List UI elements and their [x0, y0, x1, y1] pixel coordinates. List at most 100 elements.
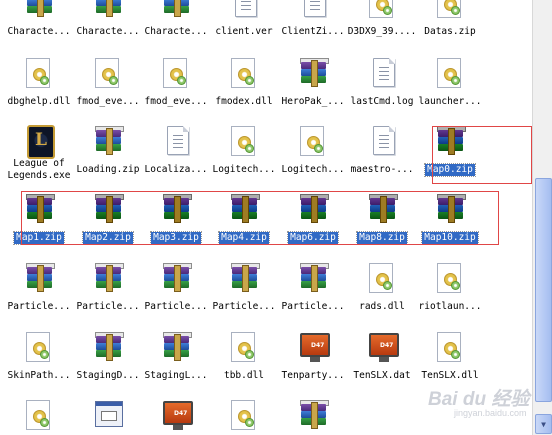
zip-archive-icon	[296, 398, 330, 432]
dll-file-icon	[433, 56, 467, 90]
file-item[interactable]: Map10.zip	[416, 188, 484, 250]
file-item[interactable]: Particle...	[279, 257, 347, 319]
file-item[interactable]: launcher...	[416, 52, 484, 114]
file-item[interactable]: Map6.zip	[279, 188, 347, 250]
icon-row: SkinPath... StagingD... StagingL... tbb.dll…	[0, 326, 532, 386]
file-item[interactable]: Map3.zip	[142, 188, 210, 250]
file-item[interactable]: Map2.zip	[74, 188, 142, 250]
file-item[interactable]: Map4.zip	[210, 188, 278, 250]
file-name-label: dbghelp.dll	[7, 96, 71, 107]
file-item[interactable]: Particle...	[5, 257, 73, 319]
file-item[interactable]: Characte...	[5, 0, 73, 44]
scroll-down-button[interactable]: ▼	[535, 414, 552, 434]
zip-archive-icon	[159, 261, 193, 295]
vertical-scrollbar[interactable]: ▼	[532, 0, 552, 435]
dll-file-icon	[433, 261, 467, 295]
file-name-label: HeroPak_...	[281, 96, 345, 107]
file-item[interactable]: Loading.zip	[74, 120, 142, 182]
file-item[interactable]: StagingL...	[142, 326, 210, 388]
file-item[interactable]: D47 Tenparty...	[279, 326, 347, 388]
text-file-icon	[365, 56, 399, 90]
file-item[interactable]: tbb.dll	[210, 326, 278, 388]
file-item[interactable]: Map0.zip	[416, 120, 484, 182]
dll-file-icon	[227, 124, 261, 158]
file-name-label: fmod_eve...	[144, 96, 208, 107]
file-item[interactable]: HeroPak_...	[279, 52, 347, 114]
file-item[interactable]: lastCmd.log	[348, 52, 416, 114]
monitor-app-icon: D47	[159, 398, 193, 432]
file-item[interactable]: ClientZi...	[279, 0, 347, 44]
dll-file-icon	[91, 56, 125, 90]
file-name-label: Map3.zip	[150, 231, 202, 245]
file-item[interactable]: maestro-...	[348, 120, 416, 182]
file-item[interactable]: Map1.zip	[5, 188, 73, 250]
file-item[interactable]: fmodex.dll	[210, 52, 278, 114]
file-item[interactable]: riotlaun...	[416, 257, 484, 319]
file-icon-view[interactable]: Characte... Characte... Characte... client.…	[0, 0, 532, 435]
file-item[interactable]: Characte...	[142, 0, 210, 44]
file-item[interactable]: Map8.zip	[348, 188, 416, 250]
file-name-label: SkinPath...	[7, 370, 71, 381]
file-item[interactable]: SkinPath...	[5, 326, 73, 388]
file-item[interactable]: fmod_eve...	[142, 52, 210, 114]
file-item[interactable]: Particle...	[210, 257, 278, 319]
league-of-legends-icon	[22, 124, 56, 159]
file-item[interactable]: League of Legends.exe	[5, 120, 73, 182]
monitor-app-icon: D47	[296, 330, 330, 364]
file-item[interactable]	[279, 394, 347, 435]
zip-archive-icon	[296, 56, 330, 90]
file-item[interactable]: Logitech...	[210, 120, 278, 182]
watermark: Bai du 经验 jingyan.baidu.com	[428, 384, 532, 428]
file-item[interactable]	[5, 394, 73, 435]
file-name-label: launcher...	[418, 96, 482, 107]
file-name-label: Map6.zip	[287, 231, 339, 245]
file-name-label: StagingL...	[144, 370, 208, 381]
zip-archive-icon	[91, 330, 125, 364]
file-item[interactable]: D47	[142, 394, 210, 435]
file-item[interactable]: D47 TenSLX.dat	[348, 326, 416, 388]
dll-file-icon	[365, 0, 399, 20]
file-item[interactable]: D3DX9_39....	[348, 0, 416, 44]
file-name-label: Particle...	[7, 301, 71, 312]
file-item[interactable]: Particle...	[142, 257, 210, 319]
file-item[interactable]: Characte...	[74, 0, 142, 44]
file-item[interactable]: Logitech...	[279, 120, 347, 182]
zip-archive-icon	[91, 261, 125, 295]
file-name-label: ClientZi...	[281, 26, 345, 37]
file-item[interactable]: client.ver	[210, 0, 278, 44]
zip-archive-icon	[227, 261, 261, 295]
file-name-label: client.ver	[215, 26, 273, 37]
file-item[interactable]	[210, 394, 278, 435]
file-name-label: Characte...	[144, 26, 208, 37]
file-item[interactable]	[74, 394, 142, 435]
file-item[interactable]: Particle...	[74, 257, 142, 319]
file-item[interactable]: Localiza...	[142, 120, 210, 182]
monitor-icon-text: D47	[311, 342, 325, 349]
file-item[interactable]: Datas.zip	[416, 0, 484, 44]
dll-file-icon	[433, 330, 467, 364]
dll-file-icon	[365, 261, 399, 295]
file-name-label: League of Legends.exe	[7, 158, 71, 181]
file-name-label: Map8.zip	[356, 231, 408, 245]
dll-file-icon	[227, 330, 261, 364]
zip-archive-icon	[91, 192, 125, 226]
zip-archive-icon	[22, 261, 56, 295]
text-file-icon	[296, 0, 330, 20]
file-name-label: Tenparty...	[281, 370, 345, 381]
dll-file-icon	[159, 56, 193, 90]
file-name-label: Characte...	[7, 26, 71, 37]
icon-row: Characte... Characte... Characte... client.…	[0, 0, 532, 42]
file-item[interactable]: fmod_eve...	[74, 52, 142, 114]
dll-file-icon	[22, 398, 56, 432]
file-name-label: TenSLX.dat	[353, 370, 411, 381]
file-item[interactable]: rads.dll	[348, 257, 416, 319]
file-item[interactable]: StagingD...	[74, 326, 142, 388]
file-name-label: Map0.zip	[424, 163, 476, 177]
file-item[interactable]: dbghelp.dll	[5, 52, 73, 114]
zip-archive-icon	[22, 192, 56, 226]
monitor-icon-text: D47	[380, 342, 394, 349]
file-name-label: Datas.zip	[424, 26, 476, 37]
text-file-icon	[227, 0, 261, 20]
scrollbar-thumb[interactable]	[535, 178, 552, 402]
file-item[interactable]: TenSLX.dll	[416, 326, 484, 388]
